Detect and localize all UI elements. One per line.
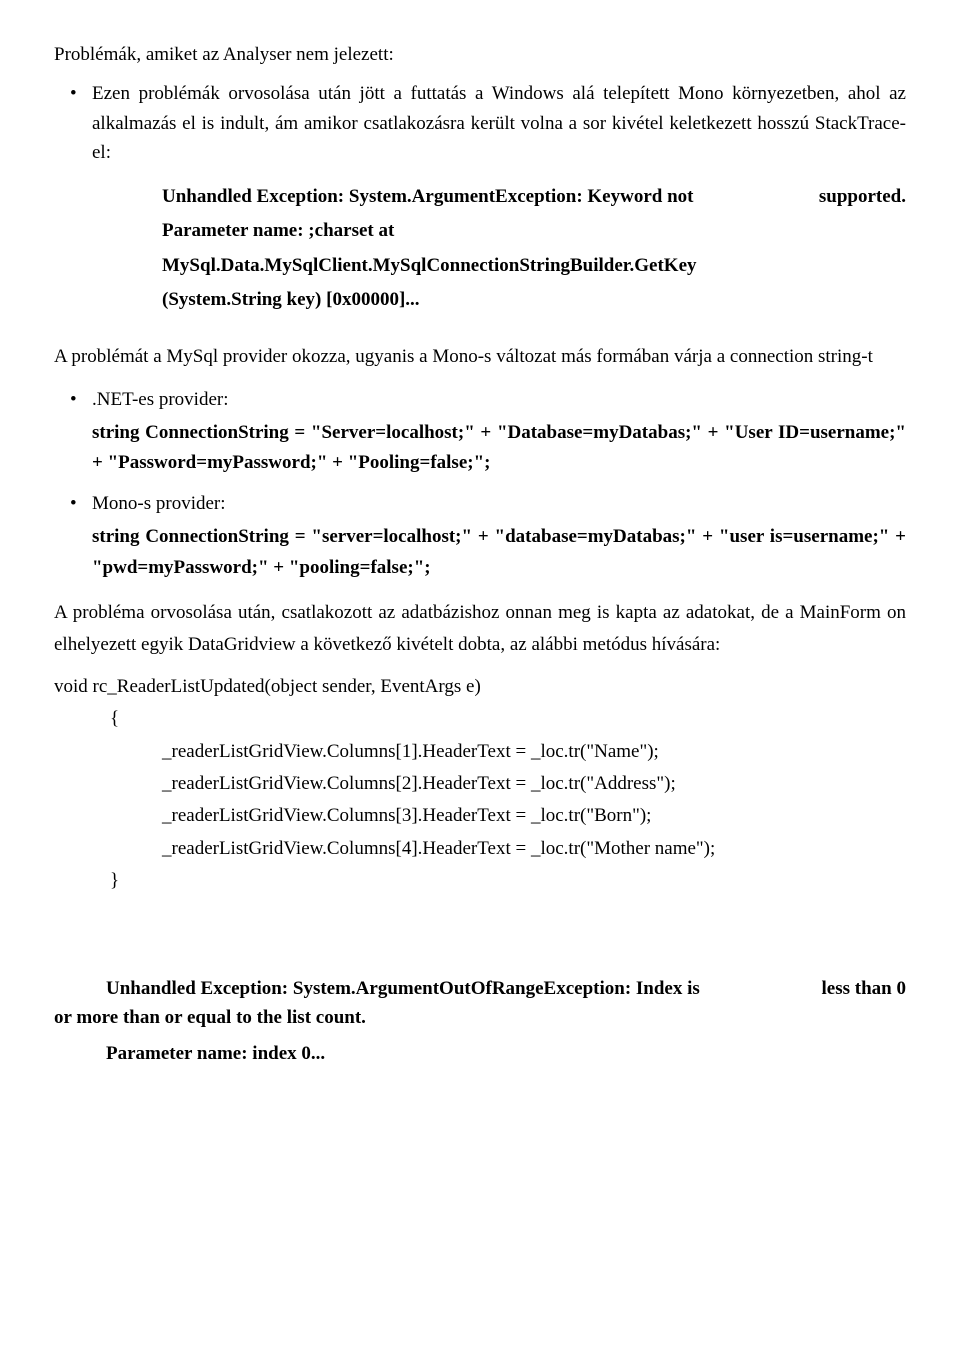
problem-list: Ezen problémák orvosolása után jött a fu… xyxy=(54,79,906,167)
stacktrace-block-1: Unhandled Exception: System.ArgumentExce… xyxy=(54,182,906,315)
code-line-4: _readerListGridView.Columns[4].HeaderTex… xyxy=(54,834,906,863)
stack1-line1-left: Unhandled Exception: System.ArgumentExce… xyxy=(162,186,693,207)
provider-mono-label: Mono-s provider: xyxy=(92,493,226,514)
code-line-2: _readerListGridView.Columns[2].HeaderTex… xyxy=(54,769,906,798)
provider-mono-code: string ConnectionString = "server=localh… xyxy=(92,522,906,583)
stack2-line1-left: Unhandled Exception: System.ArgumentOutO… xyxy=(106,978,700,999)
stack2-line1-right: less than 0 xyxy=(822,974,906,1003)
code-open-brace: { xyxy=(54,704,906,733)
code-line-3: _readerListGridView.Columns[3].HeaderTex… xyxy=(54,801,906,830)
stack1-line3: MySql.Data.MySqlClient.MySqlConnectionSt… xyxy=(162,251,906,280)
paragraph-after-fix: A probléma orvosolása után, csatlakozott… xyxy=(54,597,906,662)
stack1-line4: (System.String key) [0x00000]... xyxy=(162,285,906,314)
stack1-line2: Parameter name: ;charset at xyxy=(162,216,906,245)
code-close-brace: } xyxy=(54,866,906,895)
code-snippet: void rc_ReaderListUpdated(object sender,… xyxy=(54,672,906,896)
heading-problems: Problémák, amiket az Analyser nem jeleze… xyxy=(54,40,906,69)
provider-net-item: .NET-es provider: string ConnectionStrin… xyxy=(92,385,906,479)
code-signature: void rc_ReaderListUpdated(object sender,… xyxy=(54,672,906,701)
stacktrace-block-2: Unhandled Exception: System.ArgumentOutO… xyxy=(54,974,906,1068)
stack2-line3: Parameter name: index 0... xyxy=(54,1039,906,1068)
provider-mono-item: Mono-s provider: string ConnectionString… xyxy=(92,489,906,583)
code-line-1: _readerListGridView.Columns[1].HeaderTex… xyxy=(54,737,906,766)
provider-net-label: .NET-es provider: xyxy=(92,389,229,410)
paragraph-problem-cause: A problémát a MySql provider okozza, ugy… xyxy=(54,339,906,375)
problem-item-1: Ezen problémák orvosolása után jött a fu… xyxy=(92,79,906,167)
stack1-line1-right: supported. xyxy=(819,182,906,211)
provider-net-code: string ConnectionString = "Server=localh… xyxy=(92,418,906,479)
stack2-line2: or more than or equal to the list count. xyxy=(54,1003,906,1032)
provider-list: .NET-es provider: string ConnectionStrin… xyxy=(54,385,906,583)
